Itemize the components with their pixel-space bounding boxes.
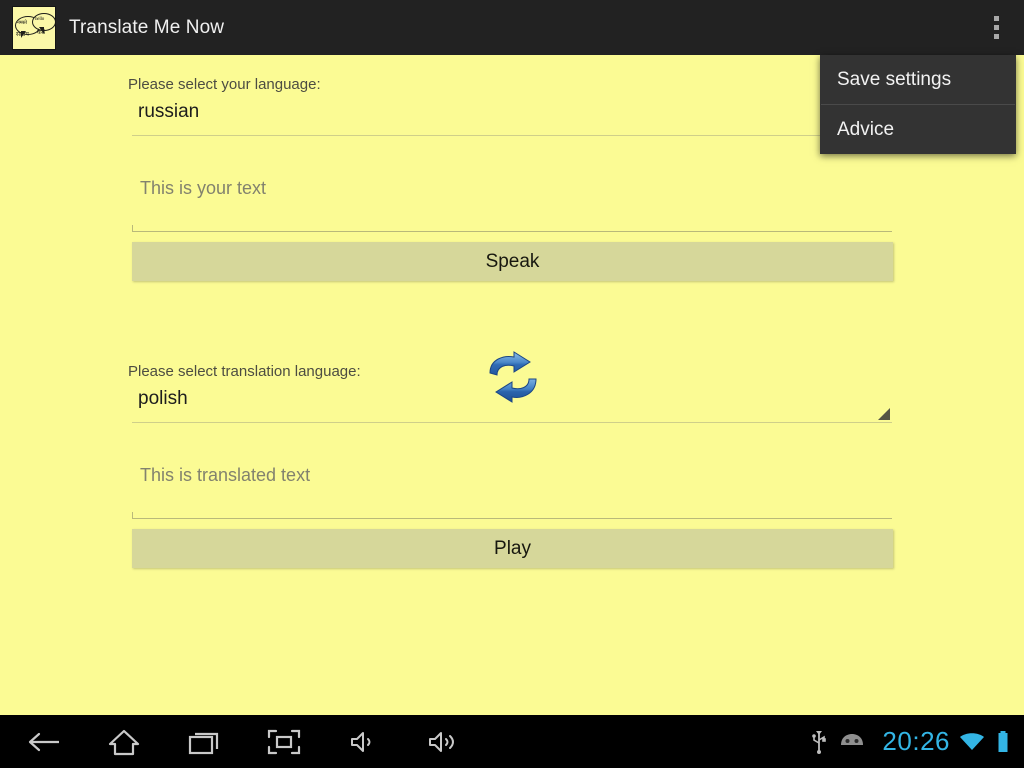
volume-down-icon[interactable] (324, 715, 404, 768)
source-language-label: Please select your language: (128, 76, 321, 93)
action-bar: नमस्ते hello सलाम कैसे Translate Me Now (0, 0, 1024, 55)
screenshot-icon[interactable] (244, 715, 324, 768)
overflow-dot-2 (994, 25, 999, 30)
back-icon[interactable] (4, 715, 84, 768)
speech-bubbles-app-icon: नमस्ते hello सलाम कैसे (12, 5, 56, 50)
play-button[interactable]: Play (132, 529, 893, 568)
target-language-label: Please select translation language: (128, 363, 361, 380)
target-language-spinner[interactable]: polish (132, 383, 892, 423)
target-language-value: polish (138, 388, 188, 409)
menu-item-advice[interactable]: Advice (820, 105, 1016, 154)
main-content: Please select your language: russian Thi… (0, 55, 1024, 715)
target-text-input[interactable]: This is translated text (132, 459, 892, 519)
bubble-text-right-top: hello (35, 16, 44, 22)
recents-icon[interactable] (164, 715, 244, 768)
android-debug-icon (838, 715, 866, 768)
overflow-menu: Save settings Advice (820, 55, 1016, 154)
target-text-placeholder: This is translated text (140, 465, 311, 485)
bubble-right (32, 12, 55, 31)
bubble-text-left-top: नमस्ते (17, 20, 27, 26)
bubble-text-right-bottom: कैसे (37, 29, 46, 36)
status-clock: 20:26 (882, 726, 950, 756)
source-language-value: russian (138, 101, 200, 122)
spinner-dropdown-arrow-icon (878, 408, 890, 420)
battery-icon (996, 715, 1010, 768)
usb-icon (810, 715, 828, 768)
system-navigation-bar: 20:26 (0, 715, 1024, 768)
menu-item-save-settings[interactable]: Save settings (820, 55, 1016, 104)
source-text-input[interactable]: This is your text (132, 172, 892, 232)
bubble-text-left-bottom: सलाम (16, 31, 29, 38)
wifi-icon (958, 715, 986, 768)
speak-button[interactable]: Speak (132, 242, 893, 281)
overflow-menu-button[interactable] (969, 0, 1024, 55)
source-text-placeholder: This is your text (140, 178, 267, 198)
volume-up-icon[interactable] (404, 715, 484, 768)
overflow-dot-1 (994, 16, 999, 21)
home-icon[interactable] (84, 715, 164, 768)
source-language-spinner[interactable]: russian (132, 96, 892, 136)
overflow-dot-3 (994, 34, 999, 39)
app-title: Translate Me Now (69, 16, 225, 38)
app-screen: नमस्ते hello सलाम कैसे Translate Me Now … (0, 0, 1024, 768)
